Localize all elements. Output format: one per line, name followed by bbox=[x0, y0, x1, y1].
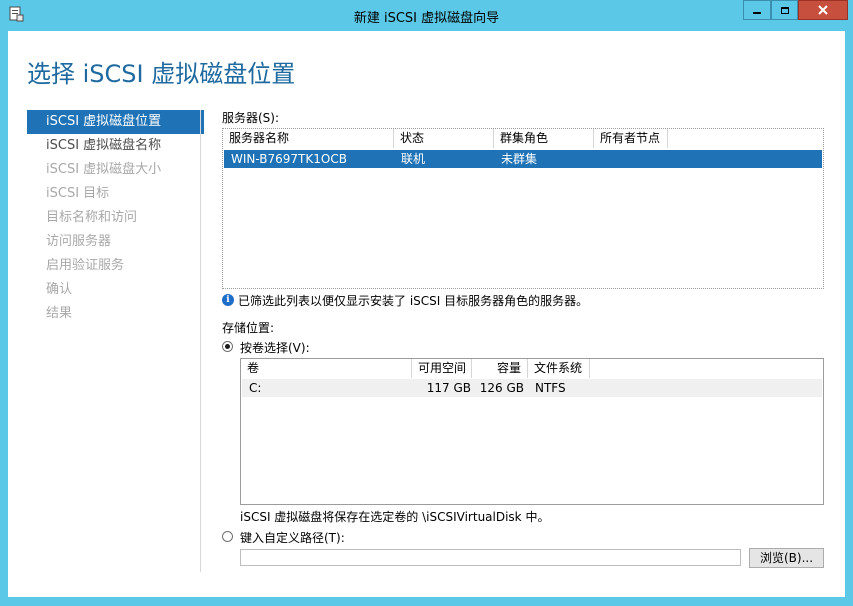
server-status-cell: 联机 bbox=[401, 152, 426, 166]
server-list-header: 服务器名称 状态 群集角色 所有者节点 bbox=[223, 129, 823, 148]
capacity-cell: 126 GB bbox=[479, 381, 524, 395]
custom-path-label[interactable]: 键入自定义路径(T): bbox=[240, 529, 345, 546]
browse-button[interactable]: 浏览(B)... bbox=[749, 548, 824, 568]
column-header-cluster-role[interactable]: 群集角色 bbox=[494, 129, 594, 148]
custom-path-input[interactable] bbox=[240, 549, 741, 566]
maximize-button[interactable] bbox=[771, 0, 798, 20]
wizard-window: 新建 iSCSI 虚拟磁盘向导 选择 iSCSI 虚拟磁盘位置 iSCSI 虚拟… bbox=[0, 0, 853, 606]
nav-divider bbox=[200, 110, 201, 572]
close-icon bbox=[818, 5, 828, 15]
select-by-volume-label[interactable]: 按卷选择(V): bbox=[240, 339, 310, 356]
save-location-note: iSCSI 虚拟磁盘将保存在选定卷的 \iSCSIVirtualDisk 中。 bbox=[240, 510, 550, 524]
file-system-cell: NTFS bbox=[535, 381, 566, 395]
minimize-icon bbox=[753, 12, 761, 14]
select-by-volume-radio[interactable] bbox=[222, 341, 233, 352]
column-header-status[interactable]: 状态 bbox=[394, 129, 494, 148]
nav-item-disk-name[interactable]: iSCSI 虚拟磁盘名称 bbox=[27, 134, 204, 158]
window-bottom-border bbox=[0, 597, 853, 606]
table-row[interactable]: C: 117 GB 126 GB NTFS bbox=[242, 379, 822, 397]
server-name-cell: WIN-B7697TK1OCB bbox=[231, 152, 347, 166]
server-list[interactable]: 服务器名称 状态 群集角色 所有者节点 WIN-B7697TK1OCB 联机 未… bbox=[222, 128, 824, 289]
storage-location-label: 存储位置: bbox=[222, 321, 275, 335]
nav-item-confirm: 确认 bbox=[46, 282, 73, 297]
free-space-cell: 117 GB bbox=[426, 381, 471, 395]
server-label: 服务器(S): bbox=[222, 111, 280, 125]
window-title: 新建 iSCSI 虚拟磁盘向导 bbox=[353, 11, 500, 26]
maximize-icon bbox=[780, 6, 789, 14]
volume-list[interactable]: 卷 可用空间 容量 文件系统 C: 117 GB 126 GB NTFS bbox=[240, 358, 824, 505]
wizard-nav: iSCSI 虚拟磁盘位置 iSCSI 虚拟磁盘名称 iSCSI 虚拟磁盘大小 i… bbox=[27, 110, 204, 326]
nav-item-enable-auth: 启用验证服务 bbox=[46, 258, 125, 273]
minimize-button[interactable] bbox=[743, 0, 771, 20]
nav-item-results: 结果 bbox=[46, 306, 73, 321]
nav-item-target-name-access: 目标名称和访问 bbox=[46, 210, 138, 225]
column-header-server-name[interactable]: 服务器名称 bbox=[223, 129, 394, 148]
custom-path-radio[interactable] bbox=[222, 531, 233, 542]
wizard-content: 选择 iSCSI 虚拟磁盘位置 iSCSI 虚拟磁盘位置 iSCSI 虚拟磁盘名… bbox=[8, 31, 845, 597]
nav-item-disk-size: iSCSI 虚拟磁盘大小 bbox=[46, 162, 162, 177]
nav-item-iscsi-target: iSCSI 目标 bbox=[46, 186, 110, 201]
close-button[interactable] bbox=[798, 0, 848, 20]
column-header-volume[interactable]: 卷 bbox=[241, 359, 412, 378]
column-header-file-system[interactable]: 文件系统 bbox=[528, 359, 590, 378]
volume-list-header: 卷 可用空间 容量 文件系统 bbox=[241, 359, 823, 378]
cluster-role-cell: 未群集 bbox=[501, 152, 538, 166]
page-title: 选择 iSCSI 虚拟磁盘位置 bbox=[27, 60, 296, 88]
nav-item-access-servers: 访问服务器 bbox=[46, 234, 112, 249]
volume-cell: C: bbox=[249, 381, 262, 395]
table-row[interactable]: WIN-B7697TK1OCB 联机 未群集 bbox=[224, 150, 822, 168]
column-header-free-space[interactable]: 可用空间 bbox=[412, 359, 472, 378]
column-header-capacity[interactable]: 容量 bbox=[472, 359, 528, 378]
title-bar[interactable]: 新建 iSCSI 虚拟磁盘向导 bbox=[0, 0, 853, 30]
info-icon: i bbox=[222, 294, 234, 306]
filter-info-text: 已筛选此列表以便仅显示安装了 iSCSI 目标服务器角色的服务器。 bbox=[238, 294, 589, 308]
nav-item-disk-location[interactable]: iSCSI 虚拟磁盘位置 bbox=[27, 110, 204, 134]
column-header-owner-node[interactable]: 所有者节点 bbox=[594, 129, 668, 148]
